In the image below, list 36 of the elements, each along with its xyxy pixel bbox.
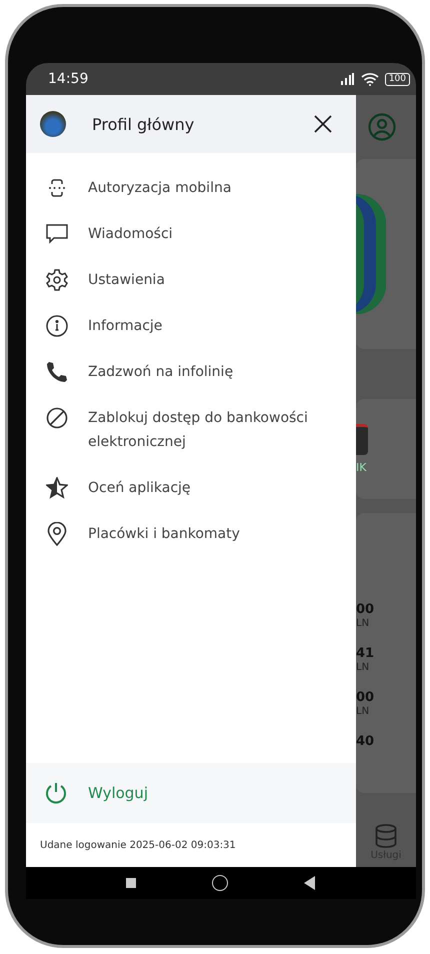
- message-icon: [46, 224, 68, 244]
- home-icon[interactable]: [212, 875, 228, 891]
- menu-item[interactable]: Wiadomości: [26, 211, 356, 257]
- info-icon: [46, 315, 68, 337]
- menu-item[interactable]: Zadzwoń na infolinię: [26, 349, 356, 395]
- amount-currency: LN: [356, 661, 370, 675]
- menu-item[interactable]: Informacje: [26, 303, 356, 349]
- back-icon[interactable]: [304, 876, 316, 890]
- menu-item[interactable]: Placówki i bankomaty: [26, 511, 356, 557]
- wifi-icon: [360, 72, 379, 86]
- power-icon: [44, 781, 68, 805]
- database-icon: [375, 824, 397, 848]
- amount-value: 40: [356, 735, 376, 749]
- last-login-text: Udane logowanie 2025-06-02 09:03:31: [39, 838, 237, 852]
- menu-item[interactable]: Ustawienia: [26, 257, 356, 303]
- tile-label: IK: [356, 461, 366, 474]
- battery-indicator: 100: [384, 72, 410, 86]
- profile-name: Profil główny: [92, 114, 196, 134]
- status-time: 14:59: [48, 71, 88, 87]
- avatar: [40, 111, 66, 137]
- amount-value: 41: [356, 647, 376, 661]
- settings-icon: [46, 269, 68, 291]
- close-button[interactable]: [312, 113, 334, 135]
- amount-value: 00: [356, 603, 376, 617]
- amount-currency: LN: [356, 617, 370, 631]
- menu-item[interactable]: Zablokuj dostęp do bankowości elektronicznej: [26, 395, 356, 465]
- star-icon: [46, 477, 68, 499]
- menu-item[interactable]: Autoryzacja mobilna: [26, 165, 356, 211]
- menu-item[interactable]: Oceń aplikację: [26, 465, 356, 511]
- phone-icon: [46, 361, 68, 383]
- location-pin-icon: [47, 522, 67, 546]
- dotted-face-icon: [47, 178, 67, 198]
- logout-button[interactable]: Wyloguj: [26, 763, 356, 823]
- block-icon: [46, 407, 68, 429]
- amount-currency: LN: [356, 705, 370, 719]
- amount-value: 00: [356, 691, 376, 705]
